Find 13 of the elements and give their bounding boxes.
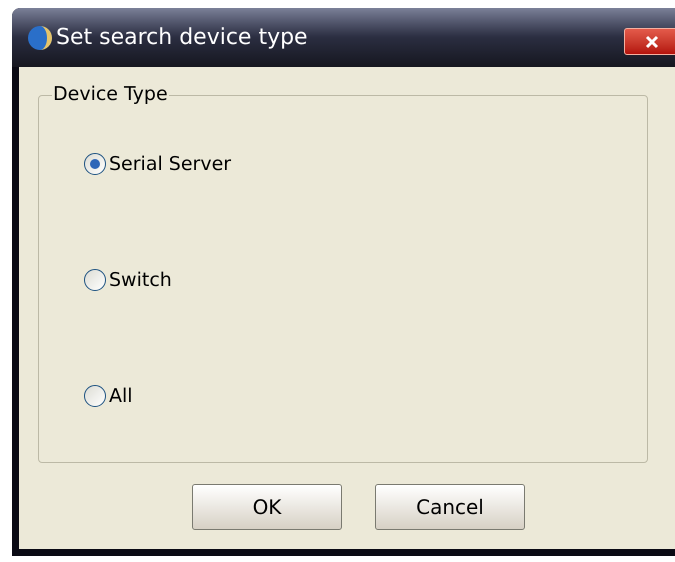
radio-option[interactable]: Serial Server: [84, 152, 232, 176]
radio-button[interactable]: [84, 385, 106, 407]
dialog-button[interactable]: OK: [192, 484, 342, 530]
group-label: Device Type: [52, 83, 169, 105]
close-icon: [645, 34, 659, 48]
app-icon: [27, 24, 53, 50]
radio-button[interactable]: [84, 269, 106, 291]
radio-button[interactable]: [84, 153, 106, 175]
window-title: Set search device type: [56, 24, 308, 52]
radio-option[interactable]: All: [84, 384, 133, 408]
radio-option[interactable]: Switch: [84, 268, 172, 292]
dialog-button[interactable]: Cancel: [375, 484, 525, 530]
close-button[interactable]: [624, 28, 675, 55]
